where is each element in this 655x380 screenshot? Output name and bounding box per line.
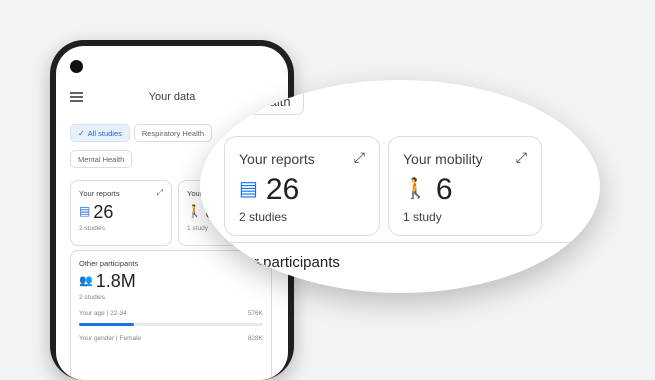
magnified-chip-respiratory-health[interactable]: Health	[240, 86, 304, 115]
divider	[200, 242, 600, 243]
magnified-reports-value-row: ▤ 26	[239, 173, 365, 206]
magnified-reports-card[interactable]: Your reports ⤢ ▤ 26 2 studies	[224, 136, 380, 236]
expand-icon[interactable]: ⤢	[157, 188, 163, 198]
expand-icon[interactable]: ⤢	[516, 149, 527, 166]
magnified-other-participants-title: r participants	[254, 254, 340, 271]
magnified-mobility-card[interactable]: Your mobility ⤢ 🚶 6 1 study	[388, 136, 542, 236]
camera-hole	[70, 60, 83, 73]
clipboard-icon: ▤	[239, 178, 258, 200]
age-progress-fill	[79, 323, 135, 326]
clipboard-icon: ▤	[79, 204, 91, 218]
magnified-mobility-value-row: 🚶 6	[403, 173, 527, 206]
magnified-mobility-title: Your mobility	[403, 151, 483, 167]
other-participants-value: 1.8M	[95, 271, 136, 291]
magnified-reports-value: 26	[265, 173, 300, 206]
magnified-content: Health Your reports ⤢ ▤ 26 2 studies Your…	[200, 80, 600, 293]
stat-value: 828K	[247, 335, 263, 342]
stat-label: Your age | 22-34	[79, 310, 127, 317]
stat-label: Your gender | Female	[79, 335, 142, 342]
chip-label: Mental Health	[78, 155, 125, 164]
magnified-mobility-subtitle: 1 study	[403, 210, 442, 224]
chip-mental-health[interactable]: Mental Health	[70, 150, 133, 168]
chip-label: All studies	[87, 129, 122, 138]
other-participants-subtitle: 2 studies	[79, 294, 106, 301]
stat-value: 576K	[247, 310, 263, 317]
magnified-reports-title: Your reports	[239, 151, 315, 167]
chip-label: Health	[253, 94, 291, 109]
reports-value: 26	[93, 202, 114, 222]
reports-subtitle: 2 studies	[79, 225, 106, 232]
magnified-mobility-value: 6	[435, 173, 453, 206]
reports-title: Your reports	[79, 189, 120, 198]
stat-row-age: Your age | 22-34 576K	[79, 310, 263, 320]
age-progress-bar	[79, 323, 263, 326]
check-icon: ✓	[78, 129, 85, 138]
reports-value-row: ▤ 26	[79, 202, 163, 223]
people-icon: 👥	[79, 275, 93, 287]
magnified-reports-subtitle: 2 studies	[239, 210, 288, 224]
magnifier-lens: Health Your reports ⤢ ▤ 26 2 studies Your…	[200, 80, 600, 293]
stat-row-gender: Your gender | Female 828K	[79, 335, 263, 345]
walking-icon: 🚶	[403, 178, 428, 200]
chip-label: Respiratory Health	[141, 129, 204, 138]
chip-all-studies[interactable]: ✓ All studies	[70, 124, 130, 142]
reports-card[interactable]: Your reports ⤢ ▤ 26 2 studies	[70, 180, 172, 246]
expand-icon[interactable]: ⤢	[354, 149, 365, 166]
